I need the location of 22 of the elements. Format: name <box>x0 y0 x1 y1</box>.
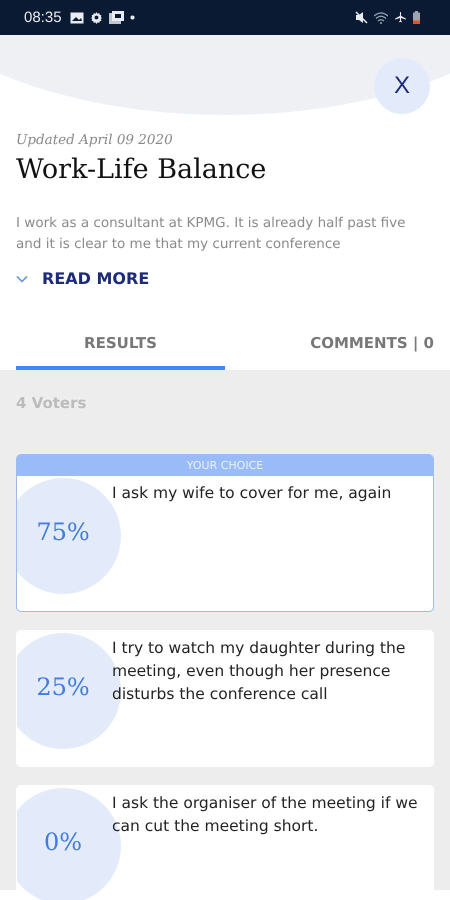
vote-percentage: 0% <box>42 828 84 856</box>
wifi-icon <box>374 12 388 24</box>
option-text: I try to watch my daughter during the meeting, even though her presence disturbs the conference call <box>112 638 406 705</box>
status-time: 08:35 <box>24 9 62 26</box>
image-icon <box>70 12 84 24</box>
vote-percentage: 25% <box>35 673 91 701</box>
updated-date: Updated April 09 2020 <box>16 132 174 148</box>
option-text: I ask my wife to cover for me, again <box>112 483 392 504</box>
airplane-icon <box>394 11 407 24</box>
read-more-link[interactable]: READ MORE <box>42 269 150 288</box>
mute-icon <box>355 11 368 24</box>
post-excerpt: I work as a consultant at KPMG. It is already half past five and it is clear to me that my current conference <box>16 214 406 254</box>
chevron-down-icon <box>16 274 28 282</box>
tab[interactable]: COMMENTS | 0 <box>225 322 434 370</box>
battery-icon <box>413 11 420 24</box>
post-title: Work-Life Balance <box>16 154 268 185</box>
gear-icon <box>90 11 103 24</box>
gallery-icon <box>108 11 124 24</box>
option-text: I ask the organiser of the meeting if we can cut the meeting short. <box>112 793 419 837</box>
vote-percentage: 75% <box>35 518 91 546</box>
dot-icon <box>130 15 135 20</box>
your-choice-label: YOUR CHOICE <box>17 455 433 476</box>
